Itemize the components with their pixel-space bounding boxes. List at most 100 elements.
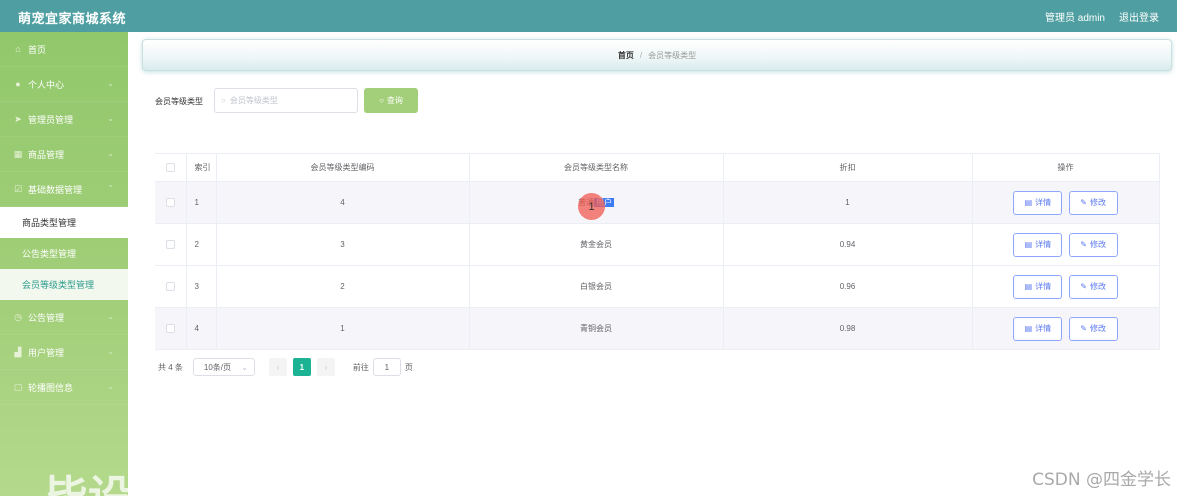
goto-page-input[interactable]: 1 bbox=[372, 358, 401, 376]
cell-index: 2 bbox=[186, 223, 217, 266]
cell-discount: 1 bbox=[723, 181, 973, 224]
edit-button[interactable]: ✎ 修改 bbox=[1068, 274, 1118, 299]
detail-button[interactable]: ▤ 详情 bbox=[1013, 274, 1063, 299]
column-header-name: 会员等级类型名称 bbox=[469, 153, 724, 182]
detail-button[interactable]: ▤ 详情 bbox=[1013, 190, 1063, 215]
row-select-cell bbox=[155, 265, 187, 308]
document-icon: ▤ bbox=[1024, 324, 1033, 333]
sidebar-item-user-mgmt[interactable]: ▟ 用户管理 ⌄ bbox=[0, 335, 128, 370]
row-checkbox[interactable] bbox=[165, 324, 175, 334]
cell-index: 4 bbox=[186, 307, 217, 350]
next-page-button[interactable]: › bbox=[316, 358, 335, 376]
cell-discount: 0.94 bbox=[723, 223, 973, 266]
search-box[interactable]: ○ bbox=[214, 88, 358, 113]
image-icon: ▢ bbox=[13, 381, 23, 392]
page-size-value: 10条/页 bbox=[203, 362, 232, 372]
column-header-actions: 操作 bbox=[972, 153, 1160, 182]
edit-button-label: 修改 bbox=[1089, 282, 1106, 291]
column-header-discount: 折扣 bbox=[723, 153, 973, 182]
chevron-down-icon: ⌄ bbox=[107, 149, 114, 158]
cell-code: 1 bbox=[216, 307, 470, 350]
row-select-cell bbox=[155, 223, 187, 266]
breadcrumb-home[interactable]: 首页 bbox=[618, 50, 634, 61]
detail-button-label: 详情 bbox=[1035, 282, 1052, 291]
column-header-index: 索引 bbox=[186, 153, 217, 182]
chevron-down-icon: ⌄ bbox=[241, 362, 248, 372]
search-icon: ○ bbox=[221, 96, 226, 105]
cell-code: 3 bbox=[216, 223, 470, 266]
detail-button[interactable]: ▤ 详情 bbox=[1013, 316, 1063, 341]
pencil-icon: ✎ bbox=[1080, 282, 1087, 291]
cell-code: 2 bbox=[216, 265, 470, 308]
sidebar-item-carousel[interactable]: ▢ 轮播图信息 ⌄ bbox=[0, 370, 128, 405]
chevron-up-icon: ⌃ bbox=[107, 184, 114, 193]
edit-button-label: 修改 bbox=[1089, 324, 1106, 333]
cell-discount: 0.96 bbox=[723, 265, 973, 308]
user-icon: ● bbox=[15, 79, 21, 89]
breadcrumb: 首页 / 会员等级类型 bbox=[142, 39, 1172, 71]
breadcrumb-current: 会员等级类型 bbox=[648, 50, 697, 60]
click-indicator: 1 bbox=[578, 193, 605, 220]
sidebar-subitem-member-level[interactable]: 会员等级类型管理 bbox=[0, 269, 128, 300]
column-header-code: 会员等级类型编码 bbox=[216, 153, 470, 182]
logout-link[interactable]: 退出登录 bbox=[1119, 9, 1159, 24]
sidebar-item-label: 个人中心 bbox=[28, 79, 65, 90]
cell-discount: 0.98 bbox=[723, 307, 973, 350]
house-icon: ▟ bbox=[14, 346, 22, 357]
sidebar-subitem-notice-type[interactable]: 公告类型管理 bbox=[0, 238, 128, 269]
top-right-area: 管理员 admin 退出登录 bbox=[1045, 9, 1159, 24]
sidebar-item-product-mgmt[interactable]: ▦ 商品管理 ⌄ bbox=[0, 137, 128, 172]
row-select-cell bbox=[155, 181, 187, 224]
click-indicator-label: 1 bbox=[588, 200, 595, 213]
cell-code: 4 bbox=[216, 181, 470, 224]
sidebar-item-label: 首页 bbox=[28, 44, 47, 55]
sidebar-item-label: 基础数据管理 bbox=[28, 184, 83, 195]
sidebar-item-profile[interactable]: ● 个人中心 ⌄ bbox=[0, 67, 128, 102]
select-all-cell bbox=[155, 153, 187, 182]
select-all-checkbox[interactable] bbox=[165, 163, 175, 173]
pagination: 共 4 条 10条/页 ⌄ ‹ 1 › 前往 1 页 bbox=[158, 358, 413, 376]
pencil-icon: ✎ bbox=[1080, 198, 1087, 207]
watermark: CSDN @四金学长 bbox=[1032, 470, 1171, 490]
edit-button[interactable]: ✎ 修改 bbox=[1068, 316, 1118, 341]
prev-page-button[interactable]: ‹ bbox=[268, 358, 287, 376]
page-number-current[interactable]: 1 bbox=[292, 358, 311, 376]
edit-button-label: 修改 bbox=[1089, 240, 1106, 249]
detail-button[interactable]: ▤ 详情 bbox=[1013, 232, 1063, 257]
row-checkbox[interactable] bbox=[165, 282, 175, 292]
table-row: 4 1 青铜会员 0.98 ▤ 详情 ✎ 修改 bbox=[155, 307, 1160, 350]
pencil-icon: ✎ bbox=[1080, 324, 1087, 333]
cell-name: 白银会员 bbox=[469, 265, 724, 308]
detail-button-label: 详情 bbox=[1035, 324, 1052, 333]
app-title: 萌宠宜家商城系统 bbox=[18, 11, 127, 26]
query-button[interactable]: ○ 查询 bbox=[364, 88, 418, 113]
chevron-down-icon: ⌄ bbox=[107, 347, 114, 356]
sidebar-subitem-product-type[interactable]: 商品类型管理 bbox=[0, 207, 128, 238]
chevron-down-icon: ⌄ bbox=[107, 79, 114, 88]
sidebar-item-label: 公告管理 bbox=[28, 312, 65, 323]
table-row: 2 3 黄金会员 0.94 ▤ 详情 ✎ 修改 bbox=[155, 223, 1160, 266]
search-label: 会员等级类型 bbox=[155, 97, 203, 106]
sidebar-item-notice-mgmt[interactable]: ◷ 公告管理 ⌄ bbox=[0, 300, 128, 335]
page-size-select[interactable]: 10条/页 ⌄ bbox=[192, 358, 255, 376]
sidebar-item-home[interactable]: ⌂ 首页 bbox=[0, 32, 128, 67]
document-icon: ▤ bbox=[1024, 240, 1033, 249]
cell-name: 青铜会员 bbox=[469, 307, 724, 350]
cell-actions: ▤ 详情 ✎ 修改 bbox=[972, 181, 1160, 224]
row-checkbox[interactable] bbox=[165, 198, 175, 208]
cell-actions: ▤ 详情 ✎ 修改 bbox=[972, 307, 1160, 350]
row-checkbox[interactable] bbox=[165, 240, 175, 250]
cell-name: 黄金会员 bbox=[469, 223, 724, 266]
search-input[interactable] bbox=[229, 96, 340, 105]
sidebar-item-basic-data[interactable]: ☑ 基础数据管理 ⌃ bbox=[0, 172, 128, 207]
edit-button[interactable]: ✎ 修改 bbox=[1068, 232, 1118, 257]
chevron-down-icon: ⌄ bbox=[107, 312, 114, 321]
sidebar: ⌂ 首页 ● 个人中心 ⌄ ➤ 管理员管理 ⌄ ▦ 商品管理 ⌄ ☑ 基础数据管… bbox=[0, 32, 128, 496]
document-icon: ▤ bbox=[1024, 282, 1033, 291]
sidebar-item-admin-mgmt[interactable]: ➤ 管理员管理 ⌄ bbox=[0, 102, 128, 137]
current-user-label: 管理员 admin bbox=[1044, 13, 1105, 24]
goto-label: 前往 bbox=[352, 362, 369, 372]
page-unit-label: 页 bbox=[404, 362, 413, 372]
chevron-down-icon: ⌄ bbox=[107, 382, 114, 391]
edit-button[interactable]: ✎ 修改 bbox=[1068, 190, 1118, 215]
